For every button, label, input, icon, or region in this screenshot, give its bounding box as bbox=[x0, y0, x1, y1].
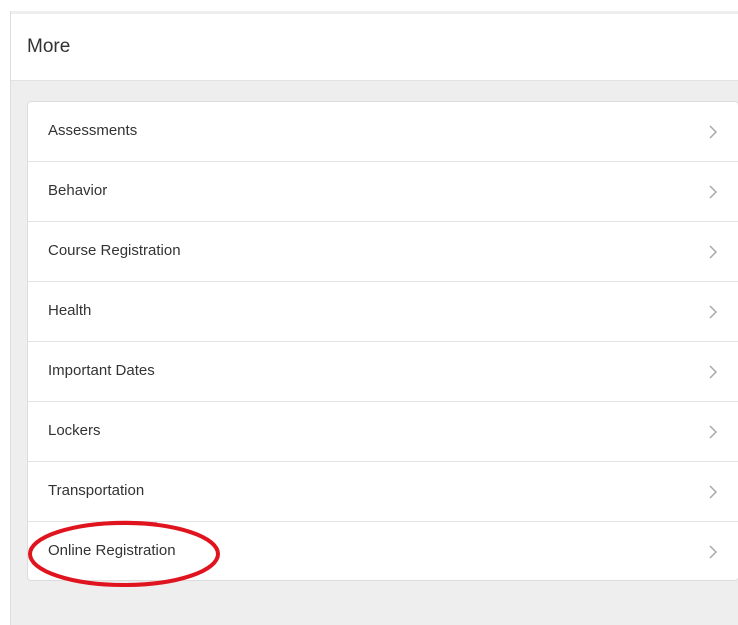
menu-item-assessments[interactable]: Assessments bbox=[28, 102, 738, 162]
chevron-right-icon bbox=[709, 245, 718, 259]
menu-item-transportation[interactable]: Transportation bbox=[28, 462, 738, 522]
menu-item-important-dates[interactable]: Important Dates bbox=[28, 342, 738, 402]
menu-item-lockers[interactable]: Lockers bbox=[28, 402, 738, 462]
page-header: More bbox=[11, 14, 738, 81]
page-title: More bbox=[27, 36, 71, 57]
menu-item-label: Online Registration bbox=[48, 542, 176, 559]
chevron-right-icon bbox=[709, 545, 718, 559]
menu-item-label: Lockers bbox=[48, 422, 101, 439]
menu-item-online-registration[interactable]: Online Registration bbox=[28, 522, 738, 580]
chevron-right-icon bbox=[709, 185, 718, 199]
menu-item-behavior[interactable]: Behavior bbox=[28, 162, 738, 222]
more-menu-list: Assessments Behavior Course Registration… bbox=[27, 101, 738, 581]
menu-item-label: Health bbox=[48, 302, 92, 319]
menu-item-label: Course Registration bbox=[48, 242, 181, 259]
chevron-right-icon bbox=[709, 485, 718, 499]
menu-item-label: Transportation bbox=[48, 482, 145, 499]
menu-item-health[interactable]: Health bbox=[28, 282, 738, 342]
menu-item-course-registration[interactable]: Course Registration bbox=[28, 222, 738, 282]
more-panel: More Assessments Behavior Course Registr… bbox=[10, 11, 738, 625]
menu-item-label: Behavior bbox=[48, 182, 108, 199]
chevron-right-icon bbox=[709, 305, 718, 319]
chevron-right-icon bbox=[709, 125, 718, 139]
menu-item-label: Important Dates bbox=[48, 362, 155, 379]
chevron-right-icon bbox=[709, 365, 718, 379]
chevron-right-icon bbox=[709, 425, 718, 439]
menu-item-label: Assessments bbox=[48, 122, 138, 139]
